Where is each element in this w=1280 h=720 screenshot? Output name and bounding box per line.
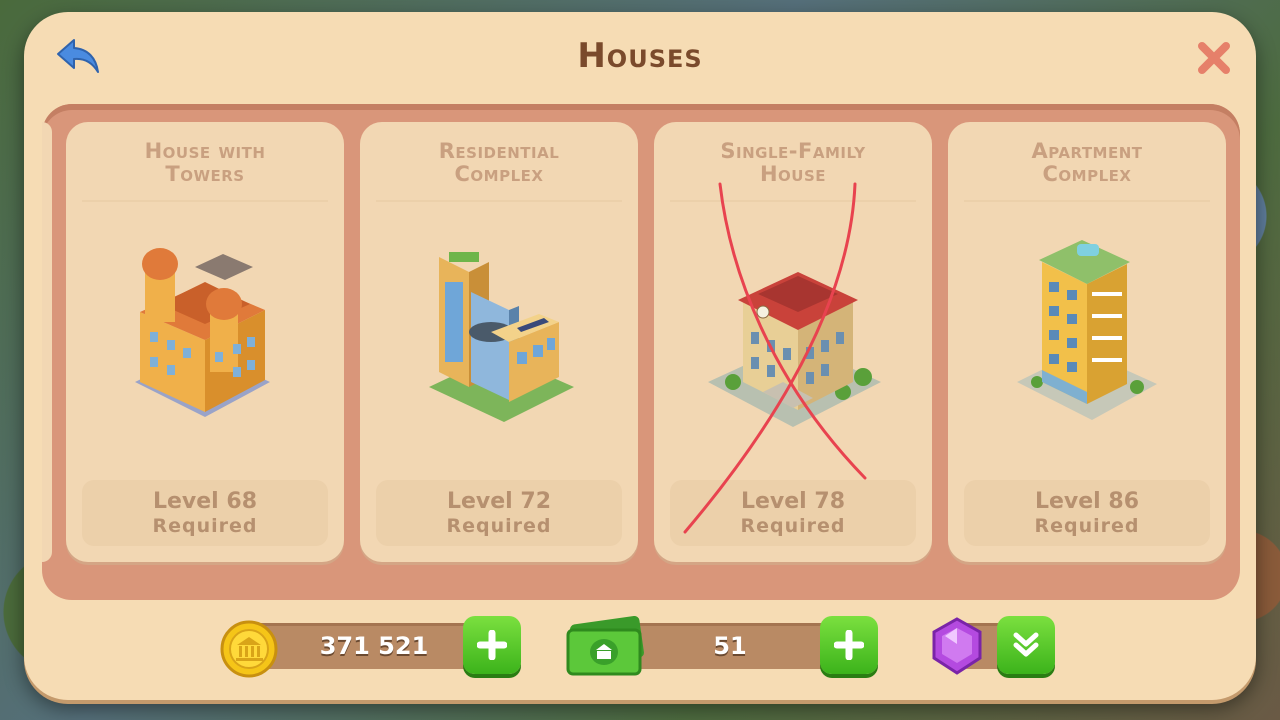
back-button[interactable] (56, 36, 102, 76)
level-label: Level 86 (1034, 489, 1140, 514)
required-label: Required (740, 515, 846, 537)
banknote-icon (566, 616, 644, 676)
cash-value: 51 (713, 632, 747, 660)
card-title: Single-Family House (720, 139, 866, 186)
single-family-house-image (708, 272, 881, 427)
coins-value: 371 521 (319, 632, 429, 660)
level-label: Level 78 (740, 489, 846, 514)
dialog-title: Houses (577, 36, 703, 76)
gem-icon (932, 617, 982, 675)
partial-card[interactable] (42, 122, 52, 562)
level-label: Level 72 (446, 489, 552, 514)
expand-gems-button[interactable] (997, 616, 1055, 674)
close-button[interactable] (1196, 40, 1232, 76)
required-label: Required (446, 515, 552, 537)
add-cash-button[interactable] (820, 616, 878, 674)
add-coins-button[interactable] (463, 616, 521, 674)
chevron-double-down-icon (1013, 632, 1039, 657)
building-card-residential-complex[interactable]: Residential Complex Level 72 Required (360, 122, 638, 562)
level-label: Level 68 (152, 489, 258, 514)
divider (670, 200, 916, 202)
card-title: House with Towers (144, 139, 266, 186)
plus-icon (834, 630, 864, 660)
residential-complex-image (429, 252, 574, 422)
close-icon (1198, 42, 1230, 74)
card-title: Residential Complex (438, 139, 560, 186)
level-requirement: Level 78 Required (670, 480, 916, 546)
divider (376, 200, 622, 202)
house-with-towers-image (135, 248, 270, 417)
apartment-complex-image (1017, 240, 1157, 420)
required-label: Required (1034, 515, 1140, 537)
divider (82, 200, 328, 202)
coin-icon (220, 620, 278, 678)
building-card-single-family-house[interactable]: Single-Family House Level 78 Required (654, 122, 932, 562)
level-requirement: Level 72 Required (376, 480, 622, 546)
level-requirement: Level 68 Required (82, 480, 328, 546)
card-title: Apartment Complex (1031, 139, 1143, 186)
plus-icon (477, 630, 507, 660)
back-arrow-icon (57, 39, 99, 73)
divider (964, 200, 1210, 202)
required-label: Required (152, 515, 258, 537)
building-card-apartment-complex[interactable]: Apartment Complex Level 86 Required (948, 122, 1226, 562)
building-card-house-with-towers[interactable]: House with Towers Level 68 Required (66, 122, 344, 562)
level-requirement: Level 86 Required (964, 480, 1210, 546)
